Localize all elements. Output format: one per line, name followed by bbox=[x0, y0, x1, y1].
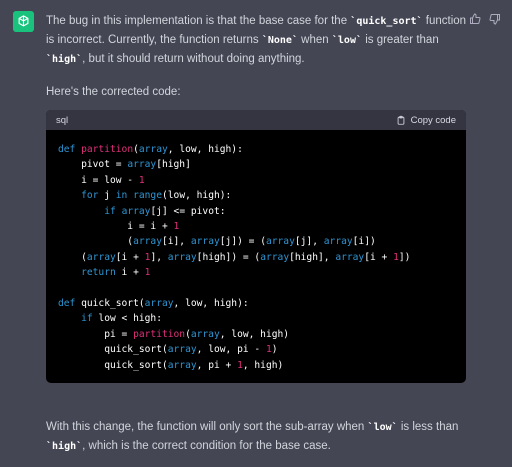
lead-paragraph: Here's the corrected code: bbox=[46, 86, 181, 98]
chatgpt-logo-icon bbox=[18, 15, 29, 27]
thumbs-up-button[interactable] bbox=[468, 12, 482, 26]
thumbs-down-icon bbox=[489, 14, 500, 25]
outro-paragraph: With this change, the function will only… bbox=[46, 420, 459, 452]
code-block: sql Copy code def partition(array, low, … bbox=[46, 110, 466, 383]
code-block-header: sql Copy code bbox=[46, 110, 466, 130]
clipboard-icon bbox=[397, 115, 404, 125]
thumbs-up-icon bbox=[470, 13, 481, 24]
inline-code: `low` bbox=[331, 35, 362, 46]
thumbs-down-button[interactable] bbox=[488, 12, 502, 26]
inline-code: `low` bbox=[367, 421, 398, 433]
inline-code: `high` bbox=[46, 54, 83, 65]
assistant-avatar bbox=[13, 11, 34, 32]
code-language-label: sql bbox=[56, 114, 69, 126]
inline-code: `quick_sort` bbox=[350, 16, 423, 27]
intro-paragraph: The bug in this implementation is that t… bbox=[46, 15, 467, 65]
assistant-message: The bug in this implementation is that t… bbox=[46, 12, 468, 102]
copy-code-button[interactable]: Copy code bbox=[396, 115, 456, 126]
inline-code: `None` bbox=[261, 35, 298, 46]
code-content: def partition(array, low, high): pivot =… bbox=[58, 144, 411, 371]
